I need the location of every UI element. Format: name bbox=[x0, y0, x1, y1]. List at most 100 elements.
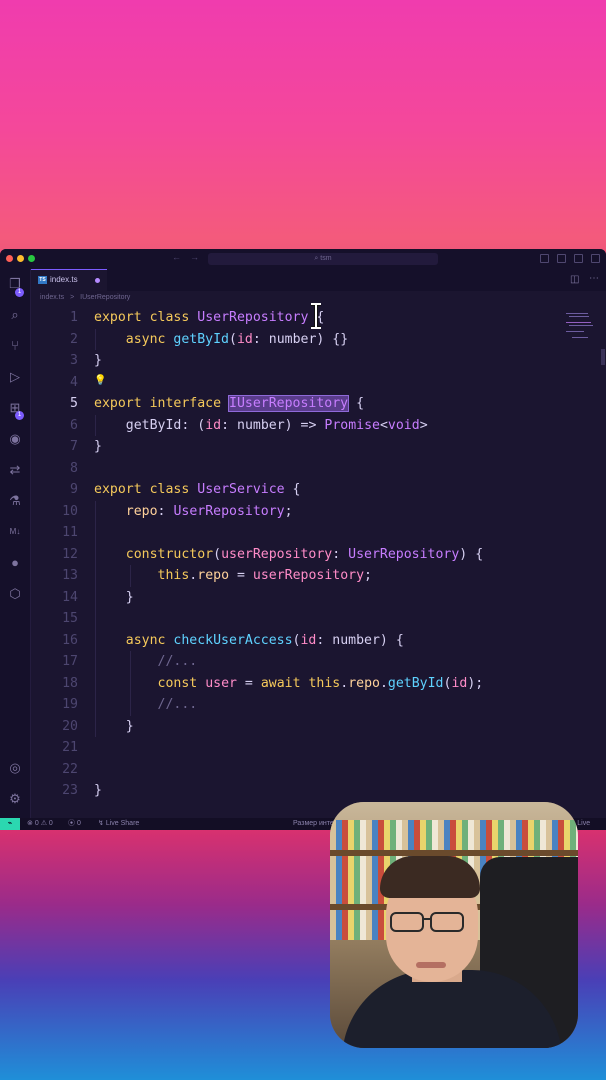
code-line[interactable]: 13 this.repo = userRepository; bbox=[31, 565, 591, 587]
search-icon[interactable]: ⌕ bbox=[6, 306, 24, 324]
more-actions-icon[interactable]: ⋯ bbox=[589, 273, 599, 284]
minimap[interactable] bbox=[566, 311, 596, 341]
line-number: 18 bbox=[62, 675, 78, 691]
code-text[interactable]: getById: (id: number) => Promise<void> bbox=[94, 415, 428, 437]
code-line[interactable]: 14 } bbox=[31, 587, 591, 609]
live-share-icon[interactable]: ● bbox=[6, 554, 24, 572]
tab-label: index.ts bbox=[50, 275, 78, 284]
code-line[interactable]: 3} bbox=[31, 350, 591, 372]
line-number: 3 bbox=[70, 353, 78, 368]
extension-pack-icon[interactable]: ⬡ bbox=[6, 585, 24, 603]
breadcrumb-symbol[interactable]: IUserRepository bbox=[80, 294, 130, 301]
testing-icon[interactable]: ⚗ bbox=[6, 492, 24, 510]
breadcrumb-file[interactable]: index.ts bbox=[40, 294, 64, 301]
code-line[interactable]: 8 bbox=[31, 458, 591, 480]
warning-icon: ⚠ bbox=[40, 820, 47, 827]
code-text[interactable]: } bbox=[94, 587, 134, 609]
zoom-window-button[interactable] bbox=[28, 255, 35, 262]
code-line[interactable]: 5 export interface IUserRepository { bbox=[31, 393, 591, 415]
line-number: 6 bbox=[70, 417, 78, 433]
files-badge: 1 bbox=[15, 288, 24, 297]
tab-index-ts[interactable]: TS index.ts bbox=[31, 269, 107, 291]
line-number: 13 bbox=[62, 568, 78, 583]
line-number: 14 bbox=[62, 589, 78, 605]
code-line[interactable]: 9 export class UserService { bbox=[31, 479, 591, 501]
line-number: 9 bbox=[70, 482, 78, 497]
code-line[interactable]: 7} bbox=[31, 436, 591, 458]
line-number: 17 bbox=[62, 654, 78, 669]
toggle-primary-sidebar-icon[interactable] bbox=[540, 254, 549, 263]
code-text[interactable]: //... bbox=[94, 694, 198, 716]
person-hair bbox=[380, 856, 480, 898]
code-line[interactable]: 20 } bbox=[31, 716, 591, 738]
code-line[interactable]: 21 bbox=[31, 737, 591, 759]
code-line[interactable]: 2 async getById(id: number) {} bbox=[31, 329, 591, 351]
markdown-icon[interactable]: M↓ bbox=[6, 523, 24, 541]
lightbulb-icon[interactable]: 💡 bbox=[94, 375, 106, 386]
code-text[interactable]: export class UserRepository { bbox=[94, 307, 324, 329]
code-text[interactable]: async checkUserAccess(id: number) { bbox=[94, 630, 404, 652]
code-text[interactable]: } bbox=[94, 780, 102, 802]
indent-size-status[interactable]: Размер инте bbox=[293, 818, 334, 830]
line-number: 16 bbox=[62, 632, 78, 648]
code-line[interactable]: 4 bbox=[31, 372, 591, 394]
code-line[interactable]: 15 bbox=[31, 608, 591, 630]
line-number: 11 bbox=[62, 525, 78, 540]
ports-count: 0 bbox=[76, 820, 81, 827]
code-text[interactable]: repo: UserRepository; bbox=[94, 501, 293, 523]
back-arrow-icon[interactable]: ← bbox=[172, 252, 181, 262]
code-text[interactable]: const user = await this.repo.getById(id)… bbox=[94, 673, 484, 695]
code-line[interactable]: 10 repo: UserRepository; bbox=[31, 501, 591, 523]
line-number: 5 bbox=[70, 396, 78, 411]
split-editor-icon[interactable]: ◫ bbox=[570, 274, 579, 285]
toggle-secondary-sidebar-icon[interactable] bbox=[574, 254, 583, 263]
editor-scrollbar[interactable] bbox=[601, 349, 605, 365]
close-window-button[interactable] bbox=[6, 255, 13, 262]
code-text[interactable]: export class UserService { bbox=[94, 479, 301, 501]
code-line[interactable]: 12 constructor(userRepository: UserRepos… bbox=[31, 544, 591, 566]
line-number: 23 bbox=[62, 783, 78, 798]
code-text[interactable]: constructor(userRepository: UserReposito… bbox=[94, 544, 483, 566]
code-line[interactable]: 23} bbox=[31, 780, 591, 802]
code-text[interactable]: export interface IUserRepository { bbox=[94, 393, 364, 415]
live-share-icon: ↯ bbox=[98, 820, 104, 827]
code-text[interactable]: this.repo = userRepository; bbox=[94, 565, 372, 587]
code-line[interactable]: 22 bbox=[31, 759, 591, 781]
breadcrumb-separator: > bbox=[70, 294, 75, 301]
minimize-window-button[interactable] bbox=[17, 255, 24, 262]
run-debug-icon[interactable]: ▷ bbox=[6, 368, 24, 386]
line-number: 1 bbox=[70, 310, 78, 325]
code-line[interactable]: 6 getById: (id: number) => Promise<void> bbox=[31, 415, 591, 437]
problems-status[interactable]: ⊗ 0 ⚠ 0 bbox=[27, 818, 53, 830]
ports-status[interactable]: ⦿ 0 bbox=[68, 818, 81, 830]
code-line[interactable]: 11 bbox=[31, 522, 591, 544]
code-line[interactable]: 17 //... bbox=[31, 651, 591, 673]
line-number: 4 bbox=[70, 374, 78, 390]
command-center-search[interactable]: ⌕ tsm bbox=[208, 253, 438, 265]
tab-bar: TS index.ts ◫ ⋯ bbox=[31, 269, 606, 291]
breadcrumb: index.ts > IUserRepository bbox=[40, 294, 134, 301]
remote-indicator-icon[interactable]: ⌁ bbox=[0, 818, 20, 830]
forward-arrow-icon[interactable]: → bbox=[190, 252, 199, 262]
unsaved-dot-icon[interactable] bbox=[95, 278, 100, 283]
customize-layout-icon[interactable] bbox=[591, 254, 600, 263]
code-text[interactable]: } bbox=[94, 350, 102, 372]
code-text[interactable]: } bbox=[94, 436, 102, 458]
github-icon[interactable]: ◉ bbox=[6, 430, 24, 448]
indent-guide bbox=[129, 651, 131, 716]
remote-icon[interactable]: ⇄ bbox=[6, 461, 24, 479]
code-line[interactable]: 18 const user = await this.repo.getById(… bbox=[31, 673, 591, 695]
code-line[interactable]: 16 async checkUserAccess(id: number) { bbox=[31, 630, 591, 652]
code-text[interactable]: async getById(id: number) {} bbox=[94, 329, 348, 351]
settings-gear-icon[interactable]: ⚙ bbox=[6, 790, 24, 808]
indent-guide bbox=[129, 565, 131, 587]
source-control-icon[interactable]: ⑂ bbox=[6, 337, 24, 355]
text-cursor-ibeam-icon bbox=[311, 303, 321, 329]
code-line[interactable]: 19 //... bbox=[31, 694, 591, 716]
command-center-label: tsm bbox=[320, 255, 332, 262]
code-text[interactable]: //... bbox=[94, 651, 198, 673]
code-text[interactable]: } bbox=[94, 716, 134, 738]
toggle-panel-icon[interactable] bbox=[557, 254, 566, 263]
account-icon[interactable]: ◎ bbox=[6, 759, 24, 777]
live-share-status[interactable]: ↯ Live Share bbox=[98, 818, 139, 830]
